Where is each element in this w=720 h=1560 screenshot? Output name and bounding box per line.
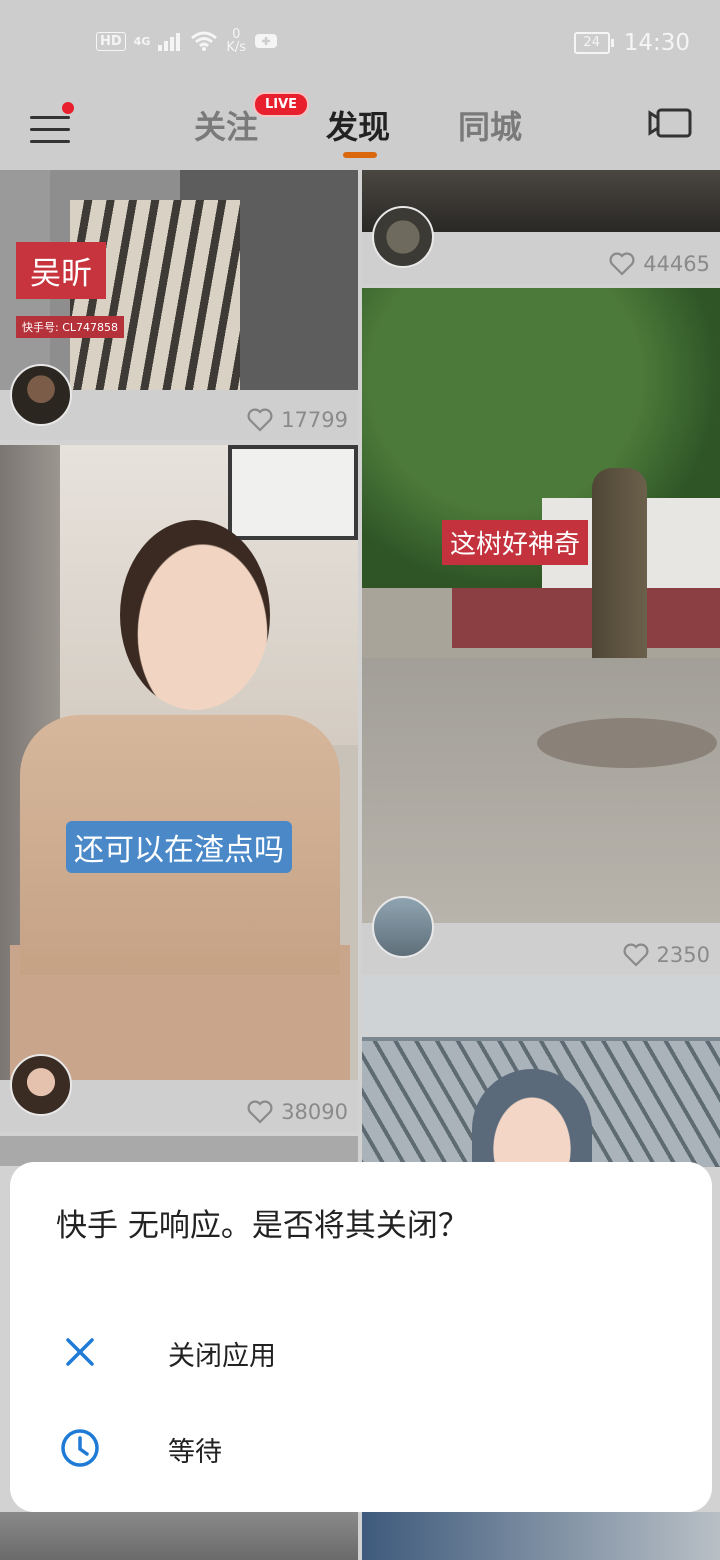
heart-icon bbox=[609, 252, 635, 276]
plus-badge-icon bbox=[255, 34, 278, 48]
avatar[interactable] bbox=[372, 896, 434, 958]
video-caption: 还可以在渣点吗 bbox=[66, 821, 292, 873]
battery-icon: 24 bbox=[573, 32, 614, 54]
like-count-value: 44465 bbox=[643, 252, 710, 276]
like-count-value: 17799 bbox=[281, 408, 348, 432]
wait-label: 等待 bbox=[168, 1437, 222, 1468]
like-count-value: 38090 bbox=[281, 1100, 348, 1124]
like-count[interactable]: 38090 bbox=[247, 1100, 348, 1124]
anr-dialog: 快手 无响应。是否将其关闭？ 关闭应用 等待 bbox=[10, 1162, 712, 1512]
feed-card[interactable]: 还可以在渣点吗 bbox=[0, 445, 358, 1080]
heart-icon bbox=[623, 943, 649, 967]
menu-button[interactable] bbox=[30, 102, 74, 146]
tab-nearby[interactable]: 同城 bbox=[458, 102, 522, 148]
video-caption: 吴昕 bbox=[16, 242, 106, 299]
wifi-icon bbox=[191, 31, 218, 51]
dialog-title: 快手 无响应。是否将其关闭？ bbox=[56, 1208, 469, 1244]
clock-icon bbox=[61, 1429, 99, 1467]
feed-card[interactable] bbox=[362, 977, 720, 1167]
avatar[interactable] bbox=[10, 1054, 72, 1116]
camera-icon[interactable] bbox=[648, 108, 692, 138]
photo-person-head bbox=[120, 520, 270, 710]
close-app-option[interactable]: 关闭应用 bbox=[10, 1312, 712, 1392]
heart-icon bbox=[247, 1100, 273, 1124]
network-speed-unit: K/s bbox=[226, 40, 247, 55]
feed-card[interactable] bbox=[362, 1512, 720, 1560]
status-bar: HD 4G 0 K/s 24 14:30 bbox=[0, 0, 720, 88]
network-type: 4G bbox=[133, 34, 151, 48]
clock: 14:30 bbox=[623, 30, 690, 56]
photo-tree-base bbox=[537, 718, 717, 768]
avatar[interactable] bbox=[372, 206, 434, 268]
feed-card[interactable]: 这树好神奇 bbox=[362, 288, 720, 923]
tab-follow[interactable]: 关注 bbox=[194, 102, 258, 148]
video-caption: 这树好神奇 bbox=[442, 520, 589, 565]
menu-icon-bar bbox=[30, 128, 70, 131]
network-speed: 0 K/s bbox=[226, 28, 246, 54]
wait-option[interactable]: 等待 bbox=[10, 1408, 712, 1488]
avatar[interactable] bbox=[10, 364, 72, 426]
like-count[interactable]: 2350 bbox=[623, 943, 710, 967]
heart-icon bbox=[247, 408, 273, 432]
photo-ground bbox=[362, 658, 720, 923]
like-count[interactable]: 17799 bbox=[247, 408, 348, 432]
hd-indicator: HD bbox=[96, 31, 126, 51]
feed-card[interactable] bbox=[0, 1512, 358, 1560]
status-right: 24 14:30 bbox=[573, 30, 690, 56]
menu-icon-bar bbox=[30, 116, 70, 119]
active-tab-indicator bbox=[343, 152, 377, 158]
photo-frame bbox=[228, 445, 358, 540]
status-left: HD 4G 0 K/s bbox=[96, 28, 278, 54]
close-icon bbox=[66, 1338, 94, 1366]
video-subcaption: 快手号: CL747858 bbox=[16, 316, 125, 338]
menu-icon-bar bbox=[30, 140, 70, 143]
notification-dot bbox=[62, 102, 74, 114]
signal-icon bbox=[158, 33, 181, 51]
top-nav: 关注 LIVE 发现 同城 bbox=[0, 88, 720, 170]
close-app-label: 关闭应用 bbox=[168, 1341, 276, 1372]
like-count[interactable]: 44465 bbox=[609, 252, 710, 276]
feed-card[interactable]: 吴昕 快手号: CL747858 bbox=[0, 170, 358, 390]
live-badge: LIVE bbox=[253, 92, 310, 117]
photo-wall bbox=[452, 588, 720, 648]
like-count-value: 2350 bbox=[656, 943, 710, 967]
tab-discover[interactable]: 发现 bbox=[326, 102, 390, 148]
